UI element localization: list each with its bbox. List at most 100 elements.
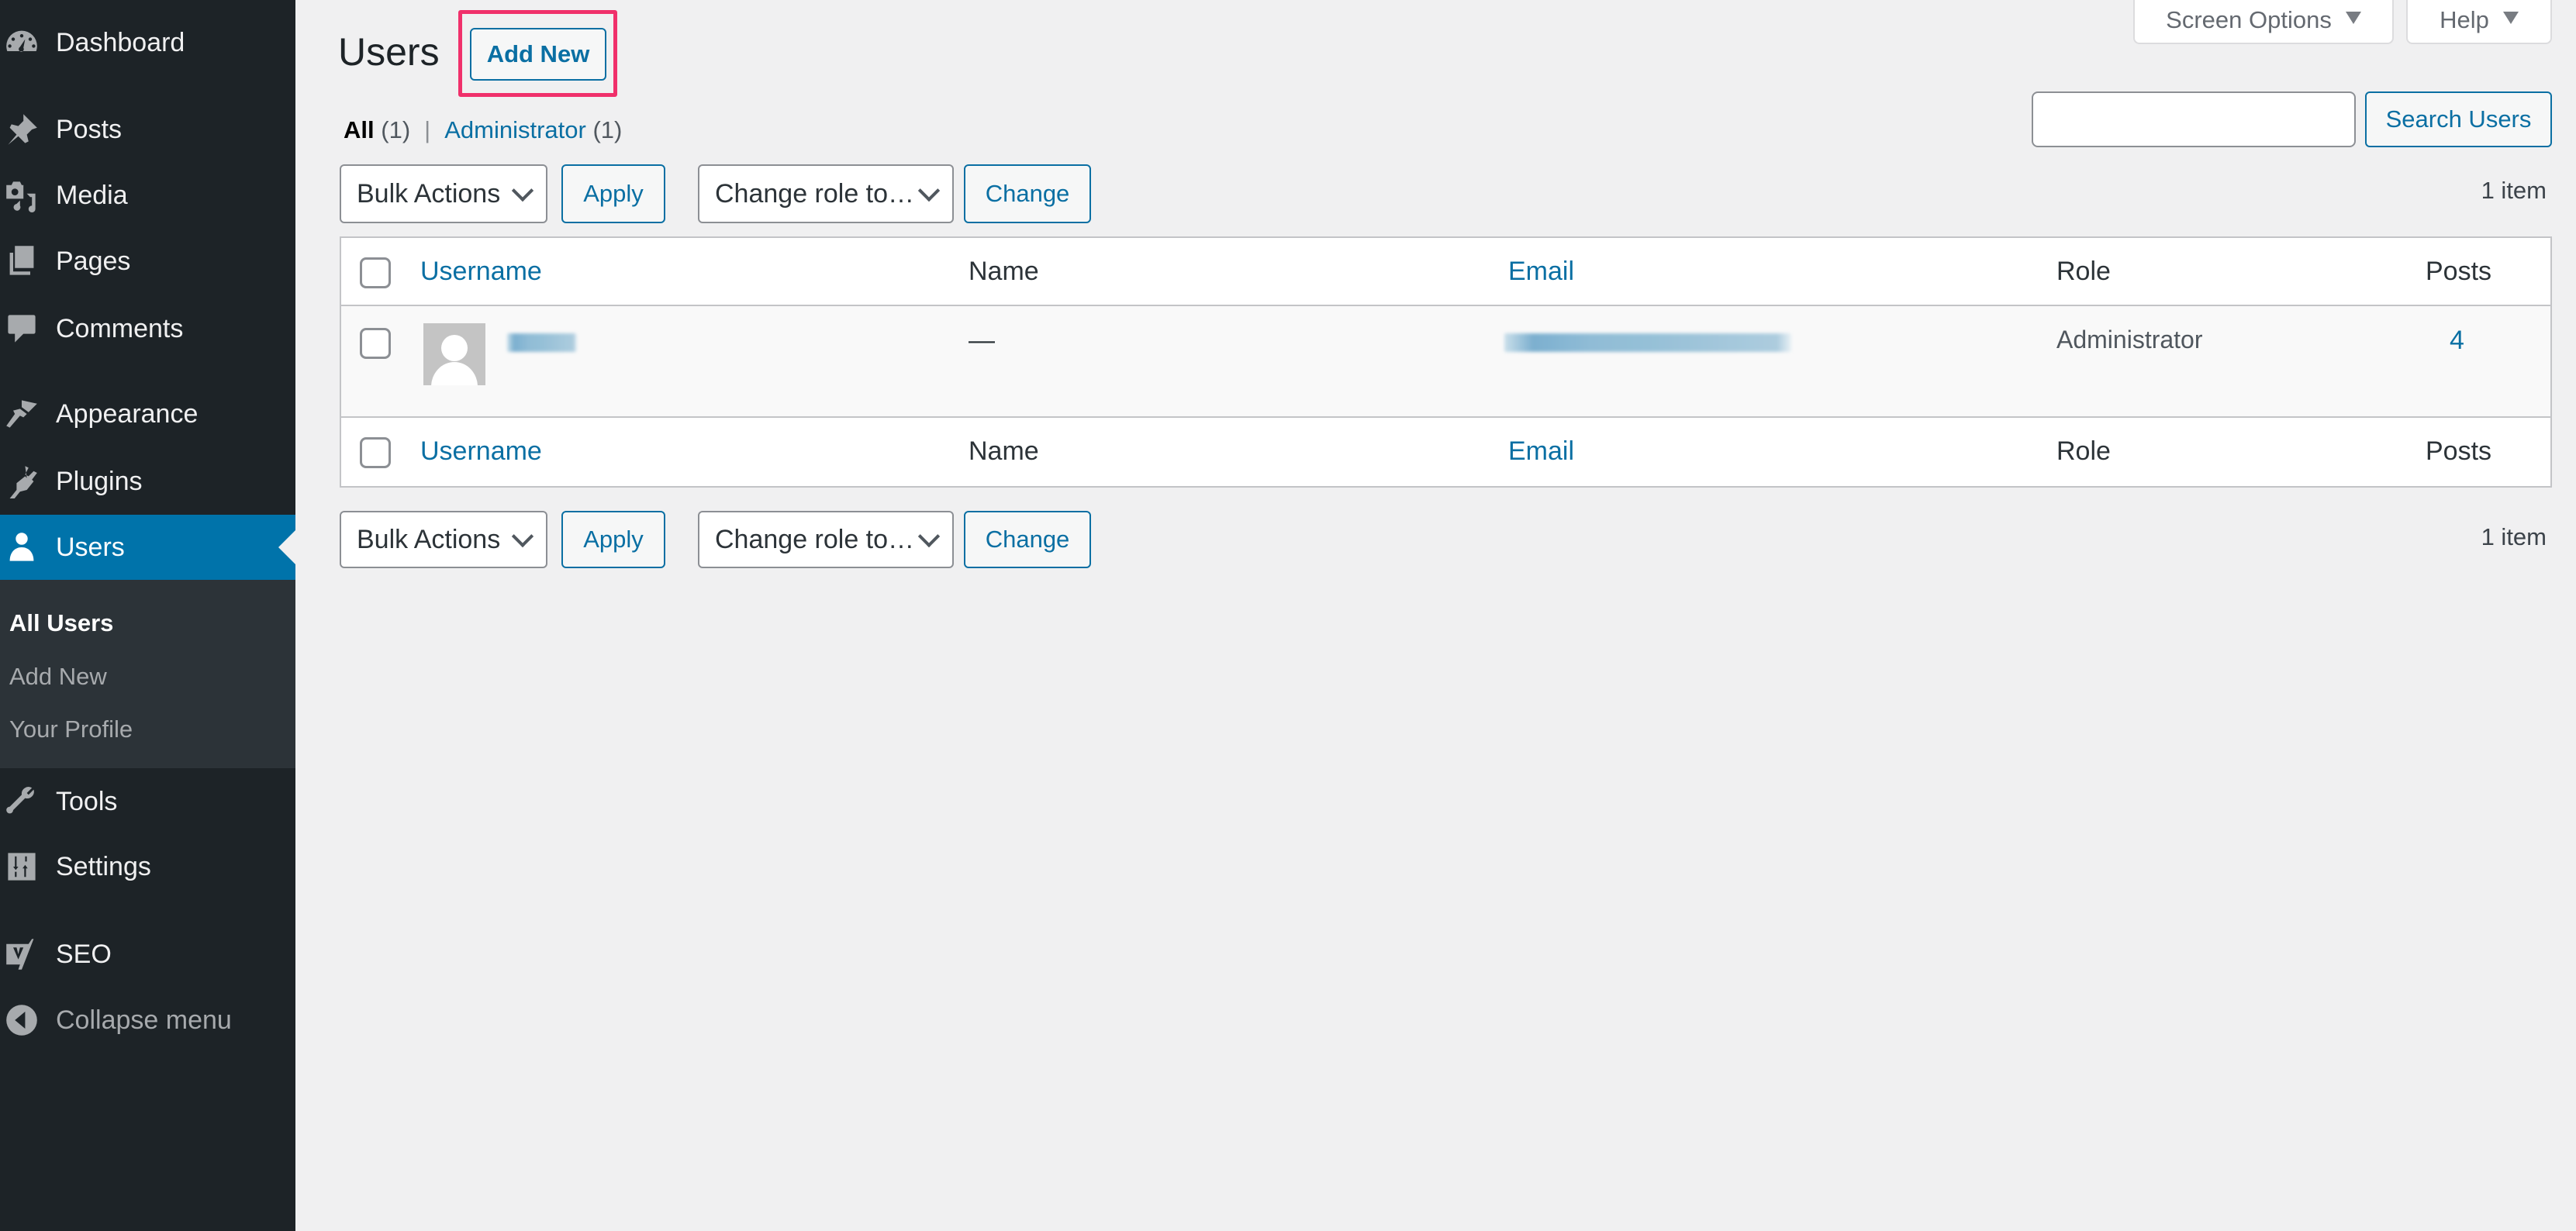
email-redacted[interactable]: [redacted]: [1504, 333, 1791, 352]
search-users-button[interactable]: Search Users: [2365, 91, 2552, 147]
page-title: Users: [338, 30, 440, 74]
column-footer-username[interactable]: Username: [420, 436, 542, 467]
submenu-your-profile[interactable]: Your Profile: [9, 715, 133, 743]
yoast-icon: [0, 922, 56, 987]
change-role-select-bottom[interactable]: Change role to…: [698, 511, 954, 568]
sidebar-item-label: Comments: [56, 313, 184, 343]
main-content: Screen Options Help Users Add New All (1…: [295, 0, 2576, 1231]
change-role-select-top[interactable]: Change role to…: [698, 164, 954, 223]
collapse-menu-button[interactable]: Collapse menu: [0, 988, 295, 1053]
sidebar-item-label: Plugins: [56, 466, 143, 496]
sidebar-item-label: Tools: [56, 786, 118, 816]
help-button[interactable]: Help: [2406, 0, 2552, 44]
sidebar-item-label: Posts: [56, 114, 123, 144]
change-button-bottom[interactable]: Change: [964, 511, 1091, 568]
comment-icon: [0, 296, 56, 361]
filter-all-label: All: [344, 116, 375, 143]
user-role-cell: Administrator: [2056, 326, 2203, 353]
change-role-label: Change role to…: [715, 178, 915, 209]
table-footer-row: Username Name Email Role Posts: [341, 418, 2550, 486]
column-footer-posts: Posts: [2426, 436, 2492, 466]
sidebar-item-label: Dashboard: [56, 27, 185, 57]
avatar: [423, 323, 485, 385]
sidebar-item-appearance[interactable]: Appearance: [0, 381, 295, 447]
sidebar-item-label: Appearance: [56, 398, 199, 429]
column-header-username[interactable]: Username: [420, 257, 542, 287]
search-users-input[interactable]: [2032, 91, 2356, 147]
sidebar-item-dashboard[interactable]: Dashboard: [0, 10, 295, 75]
sidebar-item-plugins[interactable]: Plugins: [0, 449, 295, 514]
admin-sidebar: Dashboard Posts Media Pages Comments App…: [0, 0, 295, 1231]
column-footer-name: Name: [969, 436, 1039, 466]
settings-icon: [0, 834, 56, 899]
dashboard-icon: [0, 10, 56, 75]
help-label: Help: [2440, 5, 2489, 33]
triangle-down-icon: [2502, 11, 2519, 24]
sidebar-item-label: Users: [56, 532, 125, 562]
sidebar-item-users[interactable]: Users: [0, 515, 295, 580]
collapse-arrow-icon: [0, 988, 56, 1053]
column-header-role: Role: [2056, 257, 2111, 286]
change-button-top[interactable]: Change: [964, 164, 1091, 223]
row-checkbox[interactable]: [360, 328, 391, 359]
sidebar-item-label: Pages: [56, 246, 131, 276]
bulk-actions-select-top[interactable]: Bulk Actions: [340, 164, 547, 223]
triangle-down-icon: [2345, 11, 2361, 24]
sidebar-item-pages[interactable]: Pages: [0, 229, 295, 294]
column-header-name: Name: [969, 257, 1039, 286]
filter-administrator-link[interactable]: Administrator: [444, 116, 586, 143]
column-footer-role: Role: [2056, 436, 2111, 466]
chevron-down-icon: [917, 525, 941, 548]
bulk-actions-select-bottom[interactable]: Bulk Actions: [340, 511, 547, 568]
sidebar-item-label: SEO: [56, 939, 112, 969]
filter-administrator[interactable]: Administrator (1): [444, 116, 622, 144]
user-posts-link[interactable]: 4: [2450, 326, 2464, 356]
users-submenu: All Users Add New Your Profile: [0, 580, 295, 768]
user-icon: [0, 515, 56, 580]
apply-button-top[interactable]: Apply: [561, 164, 665, 223]
screen-options-label: Screen Options: [2166, 5, 2332, 33]
wrench-icon: [0, 769, 56, 834]
chevron-down-icon: [511, 179, 534, 202]
filter-all[interactable]: All (1): [344, 116, 410, 144]
users-table: Username Name Email Role Posts [redacted…: [340, 236, 2552, 488]
chevron-down-icon: [511, 525, 534, 548]
plugin-icon: [0, 449, 56, 514]
filter-separator: |: [424, 116, 431, 143]
user-name-cell: —: [969, 326, 995, 355]
column-header-email[interactable]: Email: [1508, 257, 1574, 287]
pages-icon: [0, 229, 56, 294]
media-icon: [0, 163, 56, 228]
role-filter-links: All (1) | Administrator (1): [344, 116, 622, 144]
username-redacted[interactable]: [redacted]: [507, 333, 577, 352]
column-footer-email[interactable]: Email: [1508, 436, 1574, 467]
select-all-checkbox-footer[interactable]: [360, 437, 391, 468]
filter-all-count: (1): [381, 116, 411, 143]
chevron-down-icon: [917, 179, 941, 202]
submenu-add-new[interactable]: Add New: [9, 663, 107, 691]
submenu-all-users[interactable]: All Users: [9, 609, 113, 637]
sidebar-item-label: Settings: [56, 851, 151, 881]
screen-options-button[interactable]: Screen Options: [2133, 0, 2394, 44]
apply-button-bottom[interactable]: Apply: [561, 511, 665, 568]
item-count-top: 1 item: [2481, 177, 2547, 204]
sidebar-item-comments[interactable]: Comments: [0, 296, 295, 361]
change-role-label: Change role to…: [715, 524, 915, 554]
sidebar-item-media[interactable]: Media: [0, 163, 295, 228]
sidebar-item-label: Media: [56, 180, 128, 210]
table-header-row: Username Name Email Role Posts: [341, 238, 2550, 306]
collapse-menu-label: Collapse menu: [56, 1005, 232, 1035]
select-all-checkbox[interactable]: [360, 257, 391, 288]
table-row: [redacted] — [redacted] Administrator 4: [341, 306, 2550, 418]
bulk-actions-label: Bulk Actions: [357, 524, 501, 554]
sidebar-item-settings[interactable]: Settings: [0, 834, 295, 899]
column-header-posts: Posts: [2426, 257, 2492, 286]
default-avatar-icon: [431, 335, 478, 385]
filter-administrator-count: (1): [592, 116, 623, 143]
item-count-bottom: 1 item: [2481, 523, 2547, 550]
sidebar-item-posts[interactable]: Posts: [0, 97, 295, 162]
paintbrush-icon: [0, 381, 56, 447]
sidebar-item-seo[interactable]: SEO: [0, 922, 295, 987]
sidebar-item-tools[interactable]: Tools: [0, 769, 295, 834]
add-new-user-button[interactable]: Add New: [470, 28, 606, 81]
